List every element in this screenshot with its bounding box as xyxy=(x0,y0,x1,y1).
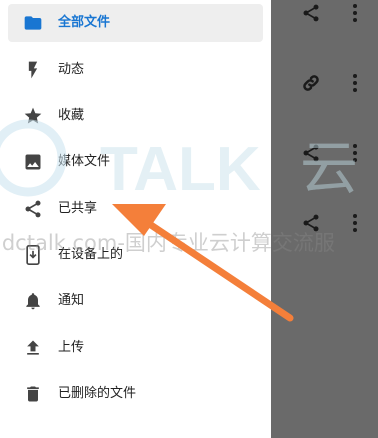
more-vert-icon[interactable] xyxy=(351,213,359,233)
drawer-item-label: 已删除的文件 xyxy=(58,386,137,401)
drawer-item-label: 上传 xyxy=(58,340,85,355)
folder-icon xyxy=(24,16,42,30)
link-icon[interactable] xyxy=(301,73,321,93)
drawer-item-shared[interactable]: 已共享 xyxy=(8,190,263,228)
file-row xyxy=(271,68,378,98)
upload-icon xyxy=(27,340,39,355)
share-icon[interactable] xyxy=(301,143,321,163)
bolt-icon xyxy=(28,61,38,79)
image-icon xyxy=(25,154,41,170)
drawer-item-favorites[interactable]: 收藏 xyxy=(8,97,263,135)
bell-icon xyxy=(26,293,40,310)
drawer-item-label: 在设备上的 xyxy=(58,247,124,262)
file-row xyxy=(271,0,378,28)
drawer-item-activity[interactable]: 动态 xyxy=(8,51,263,89)
phone-download-icon xyxy=(26,245,40,265)
star-icon xyxy=(24,107,42,124)
drawer-item-label: 收藏 xyxy=(58,108,85,123)
more-vert-icon[interactable] xyxy=(351,73,359,93)
drawer-item-trash[interactable]: 已删除的文件 xyxy=(8,375,263,413)
navigation-drawer: 全部文件 动态 收藏 媒体文件 已共享 在设备上的 通知 上传 已删除的文件 xyxy=(0,0,271,438)
drawer-item-notifications[interactable]: 通知 xyxy=(8,282,263,320)
drawer-item-media[interactable]: 媒体文件 xyxy=(8,143,263,181)
share-icon[interactable] xyxy=(301,3,321,23)
drawer-item-label: 动态 xyxy=(58,62,85,77)
drawer-item-label: 媒体文件 xyxy=(58,154,111,169)
file-row xyxy=(271,208,378,238)
share-icon[interactable] xyxy=(301,213,321,233)
file-row xyxy=(271,138,378,168)
drawer-item-all-files[interactable]: 全部文件 xyxy=(8,4,263,42)
share-icon xyxy=(25,200,41,218)
drawer-item-label: 已共享 xyxy=(58,201,98,216)
drawer-item-label: 全部文件 xyxy=(58,15,111,30)
more-vert-icon[interactable] xyxy=(351,143,359,163)
more-vert-icon[interactable] xyxy=(351,3,359,23)
drawer-item-upload[interactable]: 上传 xyxy=(8,329,263,367)
trash-icon xyxy=(27,386,39,402)
drawer-item-on-device[interactable]: 在设备上的 xyxy=(8,236,263,274)
drawer-item-label: 通知 xyxy=(58,293,85,308)
